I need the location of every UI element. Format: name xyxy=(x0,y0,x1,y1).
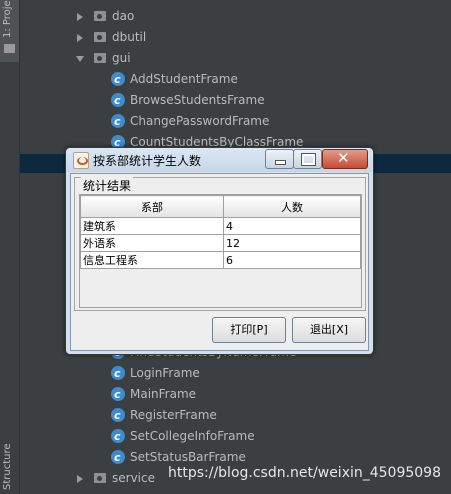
class-icon xyxy=(111,363,125,384)
tree-node-label: ChangePasswordFrame xyxy=(130,114,270,128)
package-icon xyxy=(94,11,106,21)
maximize-button[interactable] xyxy=(293,149,322,169)
tree-node-class[interactable]: MainFrame xyxy=(20,384,451,405)
tree-node-label: service xyxy=(112,471,155,485)
dialog-title: 按系部统计学生人数 xyxy=(93,154,202,168)
class-icon xyxy=(111,405,125,426)
tree-node-label: dao xyxy=(112,9,135,23)
class-icon xyxy=(111,384,125,405)
chevron-right-icon[interactable] xyxy=(77,13,83,21)
tree-node-label: gui xyxy=(112,51,131,65)
table-row[interactable]: 建筑系 4 xyxy=(80,217,361,235)
tree-node-label: dbutil xyxy=(112,30,147,44)
cell-department[interactable]: 外语系 xyxy=(80,234,224,252)
group-title: 统计结果 xyxy=(81,177,134,194)
tree-node-label: MainFrame xyxy=(130,387,197,401)
close-button[interactable]: ✕ xyxy=(322,149,368,169)
java-icon xyxy=(73,152,89,169)
class-icon xyxy=(111,69,125,90)
tree-node-class[interactable]: AddStudentFrame xyxy=(20,69,451,90)
results-table[interactable]: 系部 人数 建筑系 4 外语系 12 信息工程系 6 xyxy=(79,194,362,308)
cell-count[interactable]: 4 xyxy=(223,217,361,235)
table-row[interactable]: 信息工程系 6 xyxy=(80,251,361,269)
column-header-count[interactable]: 人数 xyxy=(223,195,361,218)
cell-department[interactable]: 信息工程系 xyxy=(80,251,224,269)
tree-node-label: BrowseStudentsFrame xyxy=(130,93,265,107)
exit-button[interactable]: 退出[X] xyxy=(292,317,366,343)
table-row[interactable]: 外语系 12 xyxy=(80,234,361,252)
project-tab[interactable]: 1: Project xyxy=(0,0,19,62)
tree-node-class[interactable]: ChangePasswordFrame xyxy=(20,111,451,132)
tool-window-strip: 1: Project Structure xyxy=(0,0,20,494)
package-icon xyxy=(94,53,106,63)
cell-department[interactable]: 建筑系 xyxy=(80,217,224,235)
dialog-content: 统计结果 系部 人数 建筑系 4 外语系 12 信息工程系 6 打印[P] 退出… xyxy=(70,173,369,351)
project-tab-label: 1: Project xyxy=(2,0,13,38)
tree-node-label: LoginFrame xyxy=(130,366,200,380)
print-button[interactable]: 打印[P] xyxy=(212,317,286,343)
tree-node-class[interactable]: RegisterFrame xyxy=(20,405,451,426)
tree-node-class[interactable]: LoginFrame xyxy=(20,363,451,384)
tree-node-dao[interactable]: dao xyxy=(20,6,451,27)
tree-node-dbutil[interactable]: dbutil xyxy=(20,27,451,48)
cell-count[interactable]: 6 xyxy=(223,251,361,269)
tree-node-label: AddStudentFrame xyxy=(130,72,238,86)
tree-node-class[interactable]: BrowseStudentsFrame xyxy=(20,90,451,111)
dialog-titlebar[interactable]: 按系部统计学生人数 ✕ xyxy=(66,148,373,172)
chevron-down-icon[interactable] xyxy=(76,56,84,62)
close-icon: ✕ xyxy=(337,149,350,167)
class-icon xyxy=(111,447,125,468)
minimize-button[interactable] xyxy=(265,149,294,169)
watermark: https://blog.csdn.net/weixin_45095098 xyxy=(167,465,441,481)
minimize-icon xyxy=(275,160,286,165)
package-icon xyxy=(94,473,106,483)
structure-tab[interactable]: Structure xyxy=(0,443,19,494)
count-students-dialog: 按系部统计学生人数 ✕ 统计结果 系部 人数 建筑系 4 外语系 12 信息工程… xyxy=(65,147,374,355)
class-icon xyxy=(111,111,125,132)
package-icon xyxy=(94,32,106,42)
class-icon xyxy=(111,90,125,111)
tree-node-label: RegisterFrame xyxy=(130,408,217,422)
tree-node-class[interactable]: SetCollegeInfoFrame xyxy=(20,426,451,447)
structure-tab-label: Structure xyxy=(2,443,13,490)
tree-node-gui[interactable]: gui xyxy=(20,48,451,69)
results-group: 统计结果 系部 人数 建筑系 4 外语系 12 信息工程系 6 xyxy=(74,177,366,311)
cell-count[interactable]: 12 xyxy=(223,234,361,252)
tree-node-label: SetCollegeInfoFrame xyxy=(130,429,255,443)
chevron-right-icon[interactable] xyxy=(77,475,83,483)
folder-icon xyxy=(4,44,15,53)
maximize-icon xyxy=(301,153,316,166)
table-header-row: 系部 人数 xyxy=(80,195,361,218)
chevron-right-icon[interactable] xyxy=(77,34,83,42)
column-header-department[interactable]: 系部 xyxy=(80,195,224,218)
class-icon xyxy=(111,426,125,447)
